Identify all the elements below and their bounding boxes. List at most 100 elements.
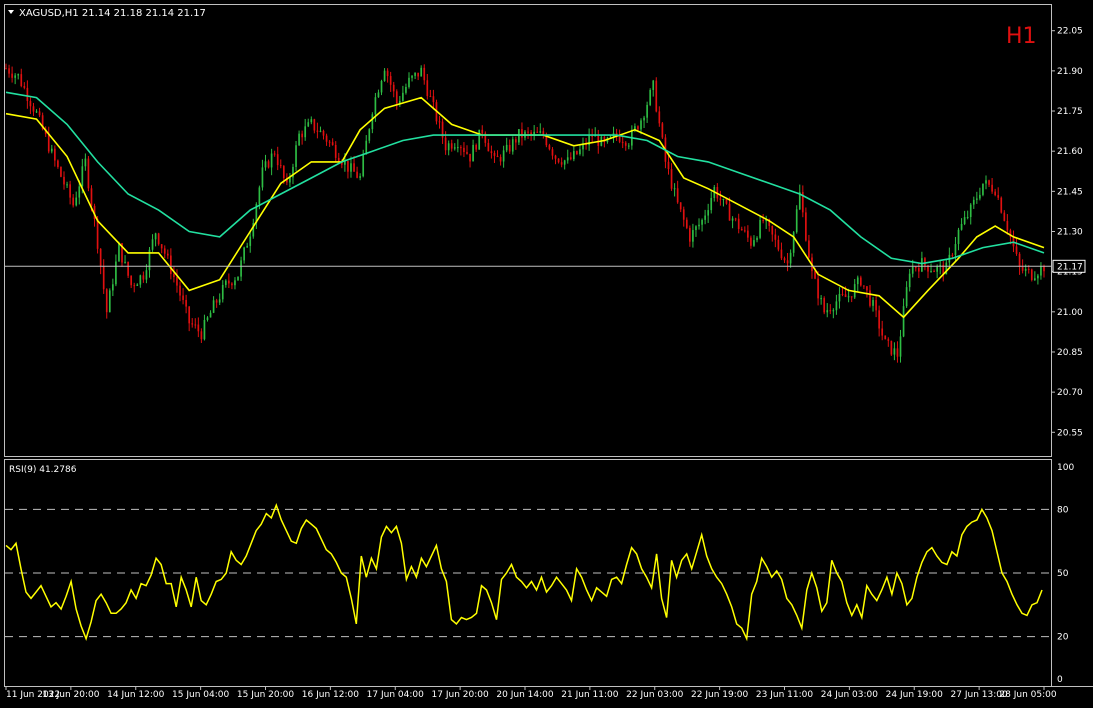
bull-candle <box>960 223 963 230</box>
bear-candle <box>667 161 670 170</box>
bear-candle <box>621 141 624 143</box>
bear-candle <box>331 142 334 146</box>
bull-candle <box>975 198 978 200</box>
bull-candle <box>206 317 209 320</box>
time-axis-label: 23 Jun 11:00 <box>756 690 813 700</box>
bull-candle <box>835 301 838 311</box>
bear-candle <box>130 275 133 286</box>
bear-candle <box>655 80 658 112</box>
bull-candle <box>789 252 792 264</box>
bear-candle <box>1006 220 1009 231</box>
bull-candle <box>643 117 645 121</box>
bull-candle <box>456 147 459 149</box>
bull-candle <box>966 216 969 218</box>
bull-candle <box>319 130 322 132</box>
time-axis-label: 13 Jun 20:00 <box>42 690 99 700</box>
bull-candle <box>1037 275 1039 279</box>
bear-candle <box>99 248 102 267</box>
bear-candle <box>808 240 810 258</box>
bear-candle <box>463 147 465 152</box>
bull-candle <box>563 160 566 165</box>
bear-candle <box>771 225 774 235</box>
bull-candle <box>304 126 307 138</box>
price-axis-label: 21.45 <box>1057 187 1083 197</box>
bear-candle <box>658 111 661 124</box>
bull-candle <box>203 319 206 340</box>
bear-candle <box>279 165 282 167</box>
bull-candle <box>136 284 139 286</box>
bear-candle <box>917 268 920 272</box>
bull-candle <box>985 180 987 184</box>
bull-candle <box>221 284 224 300</box>
bear-candle <box>743 230 746 232</box>
price-axis-label: 21.00 <box>1057 308 1083 318</box>
bull-candle <box>154 233 157 240</box>
bear-candle <box>450 143 453 149</box>
bull-candle <box>362 154 365 177</box>
bull-candle <box>756 237 758 241</box>
bull-candle <box>795 209 798 233</box>
time-axis-label: 15 Jun 04:00 <box>172 690 229 700</box>
bear-candle <box>127 261 129 276</box>
bull-candle <box>209 312 212 318</box>
bear-candle <box>875 300 877 311</box>
bear-candle <box>325 135 328 142</box>
bear-candle <box>560 162 563 165</box>
chart-canvas[interactable]: 22.0521.9021.7521.6021.4521.3021.1521.00… <box>0 0 1093 708</box>
bear-candle <box>72 197 75 206</box>
bull-candle <box>402 92 404 101</box>
bear-candle <box>844 294 847 297</box>
bull-candle <box>405 86 407 93</box>
bull-candle <box>539 131 542 133</box>
bear-candle <box>933 271 935 273</box>
bear-candle <box>734 218 737 220</box>
bear-candle <box>191 323 194 325</box>
bear-candle <box>1043 266 1045 272</box>
bull-candle <box>218 299 221 303</box>
bear-candle <box>988 180 990 185</box>
bear-candle <box>69 184 71 198</box>
price-axis-label: 20.85 <box>1057 348 1083 358</box>
bear-candle <box>11 73 13 78</box>
bear-candle <box>689 227 691 242</box>
bull-candle <box>847 296 850 298</box>
bear-candle <box>496 155 499 157</box>
triangle-down-icon[interactable] <box>8 10 14 14</box>
bear-candle <box>1015 246 1018 254</box>
bull-candle <box>14 75 16 78</box>
bull-candle <box>374 97 377 115</box>
bear-candle <box>273 153 276 155</box>
bear-candle <box>481 129 484 134</box>
bear-candle <box>423 67 426 81</box>
bull-candle <box>872 300 874 306</box>
bear-candle <box>157 233 160 245</box>
bear-candle <box>750 237 752 246</box>
bear-candle <box>487 142 490 152</box>
bear-candle <box>914 266 917 269</box>
bear-candle <box>334 145 337 158</box>
bull-candle <box>258 187 261 205</box>
bull-candle <box>368 129 371 141</box>
time-axis-label: 22 Jun 03:00 <box>626 690 683 700</box>
rsi-axis-label: 20 <box>1057 633 1069 643</box>
bull-candle <box>234 280 236 286</box>
bear-candle <box>850 296 853 298</box>
bear-candle <box>859 277 862 286</box>
bear-candle <box>490 151 493 154</box>
bull-candle <box>383 70 386 81</box>
bear-candle <box>96 218 99 249</box>
bear-candle <box>231 283 233 286</box>
bull-candle <box>979 194 981 199</box>
bear-candle <box>747 230 749 238</box>
bull-candle <box>264 161 267 168</box>
time-axis-label: 17 Jun 04:00 <box>367 690 424 700</box>
bull-candle <box>124 261 126 263</box>
bull-candle <box>930 271 932 273</box>
bear-candle <box>173 274 175 278</box>
bear-candle <box>475 144 477 150</box>
bear-candle <box>395 91 398 104</box>
bear-candle <box>878 310 880 329</box>
bear-candle <box>521 129 523 138</box>
bull-candle <box>411 75 413 78</box>
bear-candle <box>200 331 203 340</box>
